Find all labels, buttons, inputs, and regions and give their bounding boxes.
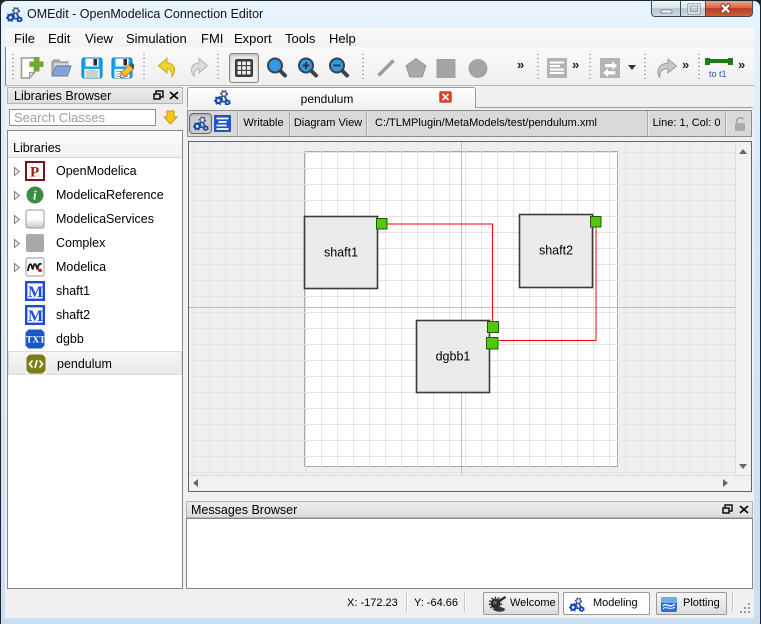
svg-text:P: P [30,165,39,181]
svg-text:i: i [33,188,37,203]
svg-text:dgbb1: dgbb1 [436,350,471,364]
svg-text:M: M [28,308,43,325]
svg-text:to t1: to t1 [709,69,727,79]
svg-text:M: M [28,284,43,301]
svg-text:TXT: TXT [26,336,45,346]
svg-text:shaft1: shaft1 [324,246,358,260]
svg-text:shaft2: shaft2 [539,244,573,258]
